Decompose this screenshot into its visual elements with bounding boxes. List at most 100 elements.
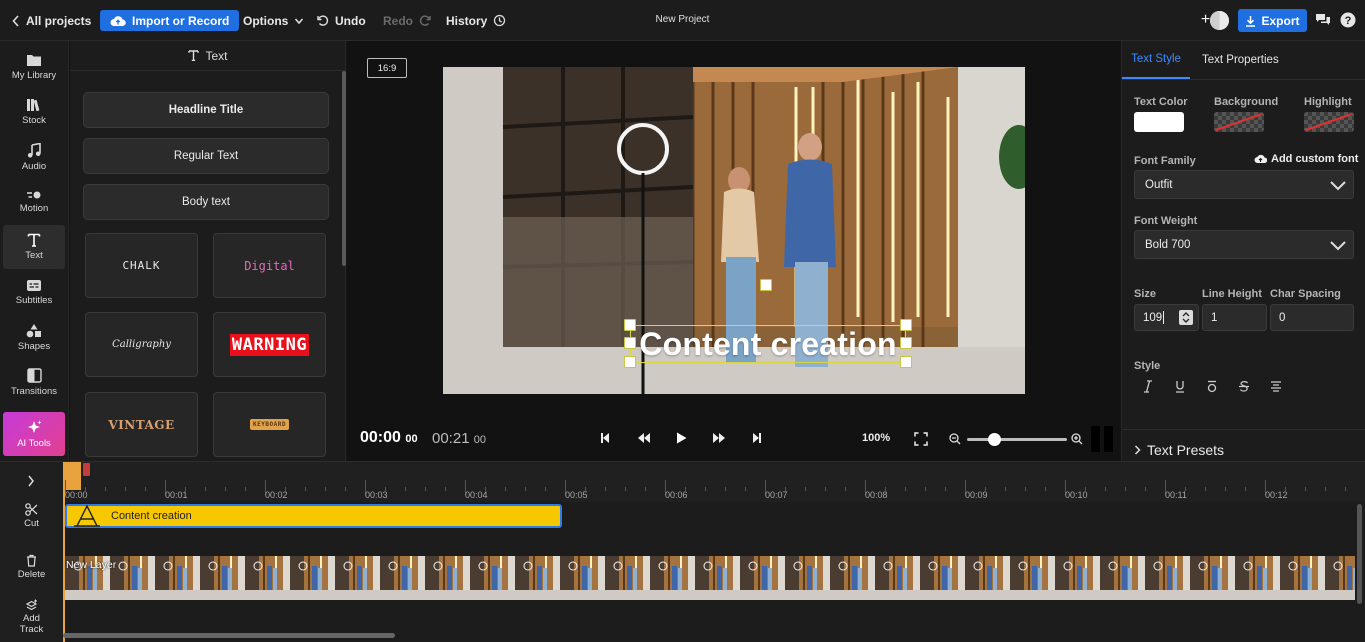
preset-keyboard[interactable]: KEYBOARD <box>213 392 326 457</box>
preset-calligraphy[interactable]: Calligraphy <box>85 312 198 377</box>
export-button[interactable]: Export <box>1238 9 1307 32</box>
timeline: Cut Delete Add Track 00:00 00:01 00:02 00:0… <box>0 461 1365 642</box>
zoom-level[interactable]: 100% <box>862 432 890 444</box>
import-record-button[interactable]: Import or Record <box>100 10 240 31</box>
comments-icon[interactable] <box>1315 13 1331 27</box>
undo-button[interactable]: Undo <box>317 10 366 31</box>
play-icon[interactable] <box>676 432 687 444</box>
nav-subtitles[interactable]: Subtitles <box>3 270 65 314</box>
ruler-tick-label: 00:12 <box>1265 490 1288 500</box>
fast-forward-icon[interactable] <box>712 432 726 444</box>
stepper-icon[interactable] <box>1179 310 1193 325</box>
nav-shapes[interactable]: Shapes <box>3 315 65 359</box>
italic-icon[interactable] <box>1142 380 1154 393</box>
tab-divider <box>1122 79 1365 80</box>
scissors-icon <box>25 503 38 516</box>
preset-warning[interactable]: WARNING <box>213 312 326 377</box>
font-weight-select[interactable]: Bold 700 <box>1134 230 1354 259</box>
line-height-input[interactable]: 1 <box>1202 304 1267 331</box>
nav-text[interactable]: Text <box>3 225 65 269</box>
preset-label: WARNING <box>229 333 310 356</box>
playhead-marker[interactable] <box>83 463 90 476</box>
expand-chevron-icon[interactable] <box>27 475 35 487</box>
zoom-out-icon[interactable] <box>949 433 961 445</box>
ruler-minor-tick <box>385 487 386 491</box>
resize-handle-left[interactable] <box>624 337 636 349</box>
zoom-slider-knob[interactable] <box>987 433 1001 446</box>
background-color-swatch[interactable] <box>1214 112 1264 132</box>
nav-transitions[interactable]: Transitions <box>3 360 65 404</box>
help-circle-icon[interactable]: ? <box>1340 12 1356 28</box>
current-time-frames: 00 <box>405 433 418 445</box>
video-thumbnails <box>65 556 1355 600</box>
font-family-select[interactable]: Outfit <box>1134 170 1354 199</box>
delete-button[interactable]: Delete <box>7 548 56 586</box>
timeline-vertical-scrollbar[interactable] <box>1357 504 1362 604</box>
highlight-color-swatch[interactable] <box>1304 112 1354 132</box>
redo-button[interactable]: Redo <box>383 10 431 31</box>
zoom-slider[interactable] <box>967 433 1067 446</box>
zoom-in-icon[interactable] <box>1071 433 1083 445</box>
nav-ai-tools[interactable]: AI Tools <box>3 412 65 456</box>
nav-my-library[interactable]: My Library <box>3 45 65 89</box>
headline-title-button[interactable]: Headline Title <box>83 92 329 128</box>
fullscreen-icon[interactable] <box>914 432 928 446</box>
preset-chalk[interactable]: CHALK <box>85 233 198 298</box>
nav-audio[interactable]: Audio <box>3 135 65 179</box>
ruler-minor-tick <box>1305 487 1306 491</box>
panel-header: Text <box>70 41 346 71</box>
options-menu[interactable]: Options <box>243 10 304 31</box>
add-custom-font-link[interactable]: Add custom font <box>1254 153 1358 165</box>
timeline-horizontal-scrollbar[interactable] <box>63 633 395 638</box>
resize-handle-top-left[interactable] <box>624 319 636 331</box>
preset-vintage[interactable]: VINTAGE <box>85 392 198 457</box>
current-time-value: 00:00 <box>360 429 401 446</box>
resize-handle-bottom-left[interactable] <box>624 356 636 368</box>
ruler-tick-label: 00:01 <box>165 490 188 500</box>
tab-text-properties[interactable]: Text Properties <box>1202 41 1279 79</box>
add-track-button[interactable]: Add Track <box>7 595 56 639</box>
time-ruler[interactable]: 00:00 00:01 00:02 00:03 00:04 00:05 00:06 00:07… <box>63 462 1365 502</box>
collaborator-avatars[interactable]: + <box>1196 11 1230 30</box>
regular-text-button[interactable]: Regular Text <box>83 138 329 174</box>
text-presets-section[interactable]: Text Presets <box>1134 442 1224 458</box>
skip-end-icon[interactable] <box>752 432 762 444</box>
ruler-minor-tick <box>1345 487 1346 491</box>
video-track[interactable] <box>65 556 1355 600</box>
caption-bounding-box[interactable]: Content creation <box>630 325 906 363</box>
aspect-ratio-button[interactable]: 16:9 <box>367 58 407 78</box>
ruler-tick-label: 00:02 <box>265 490 288 500</box>
playhead-line[interactable] <box>63 462 65 642</box>
resize-handle-right[interactable] <box>900 337 912 349</box>
preset-digital[interactable]: Digital <box>213 233 326 298</box>
body-text-button[interactable]: Body text <box>83 184 329 220</box>
cut-button[interactable]: Cut <box>7 497 56 535</box>
panel-scrollbar[interactable] <box>342 71 346 266</box>
nav-stock[interactable]: Stock <box>3 90 65 134</box>
history-button[interactable]: History <box>446 10 506 31</box>
size-label: Size <box>1134 288 1157 300</box>
text-clip[interactable]: Content creation <box>65 504 562 528</box>
video-canvas[interactable]: Content creation <box>443 67 1025 394</box>
ruler-minor-tick <box>1225 487 1226 491</box>
tab-text-style[interactable]: Text Style <box>1122 41 1190 79</box>
caption-text[interactable]: Content creation <box>639 326 896 363</box>
resize-handle-top-right[interactable] <box>900 319 912 331</box>
layer-label: New Layer <box>66 559 117 571</box>
overline-icon[interactable] <box>1206 380 1218 393</box>
rotate-handle[interactable] <box>760 279 772 291</box>
char-spacing-input[interactable]: 0 <box>1270 304 1354 331</box>
decorative-bar <box>1104 426 1113 452</box>
align-center-icon[interactable] <box>1270 380 1282 393</box>
rewind-icon[interactable] <box>637 432 651 444</box>
size-input[interactable]: 109 <box>1134 304 1199 331</box>
resize-handle-bottom-right[interactable] <box>900 356 912 368</box>
all-projects-link[interactable]: All projects <box>12 10 91 31</box>
underline-icon[interactable] <box>1174 380 1186 393</box>
chevron-down-icon <box>1330 181 1346 191</box>
nav-motion[interactable]: Motion <box>3 180 65 224</box>
text-color-swatch[interactable] <box>1134 112 1184 132</box>
strikethrough-icon[interactable] <box>1238 380 1250 393</box>
skip-start-icon[interactable] <box>600 432 610 444</box>
subtitles-icon <box>27 279 41 291</box>
